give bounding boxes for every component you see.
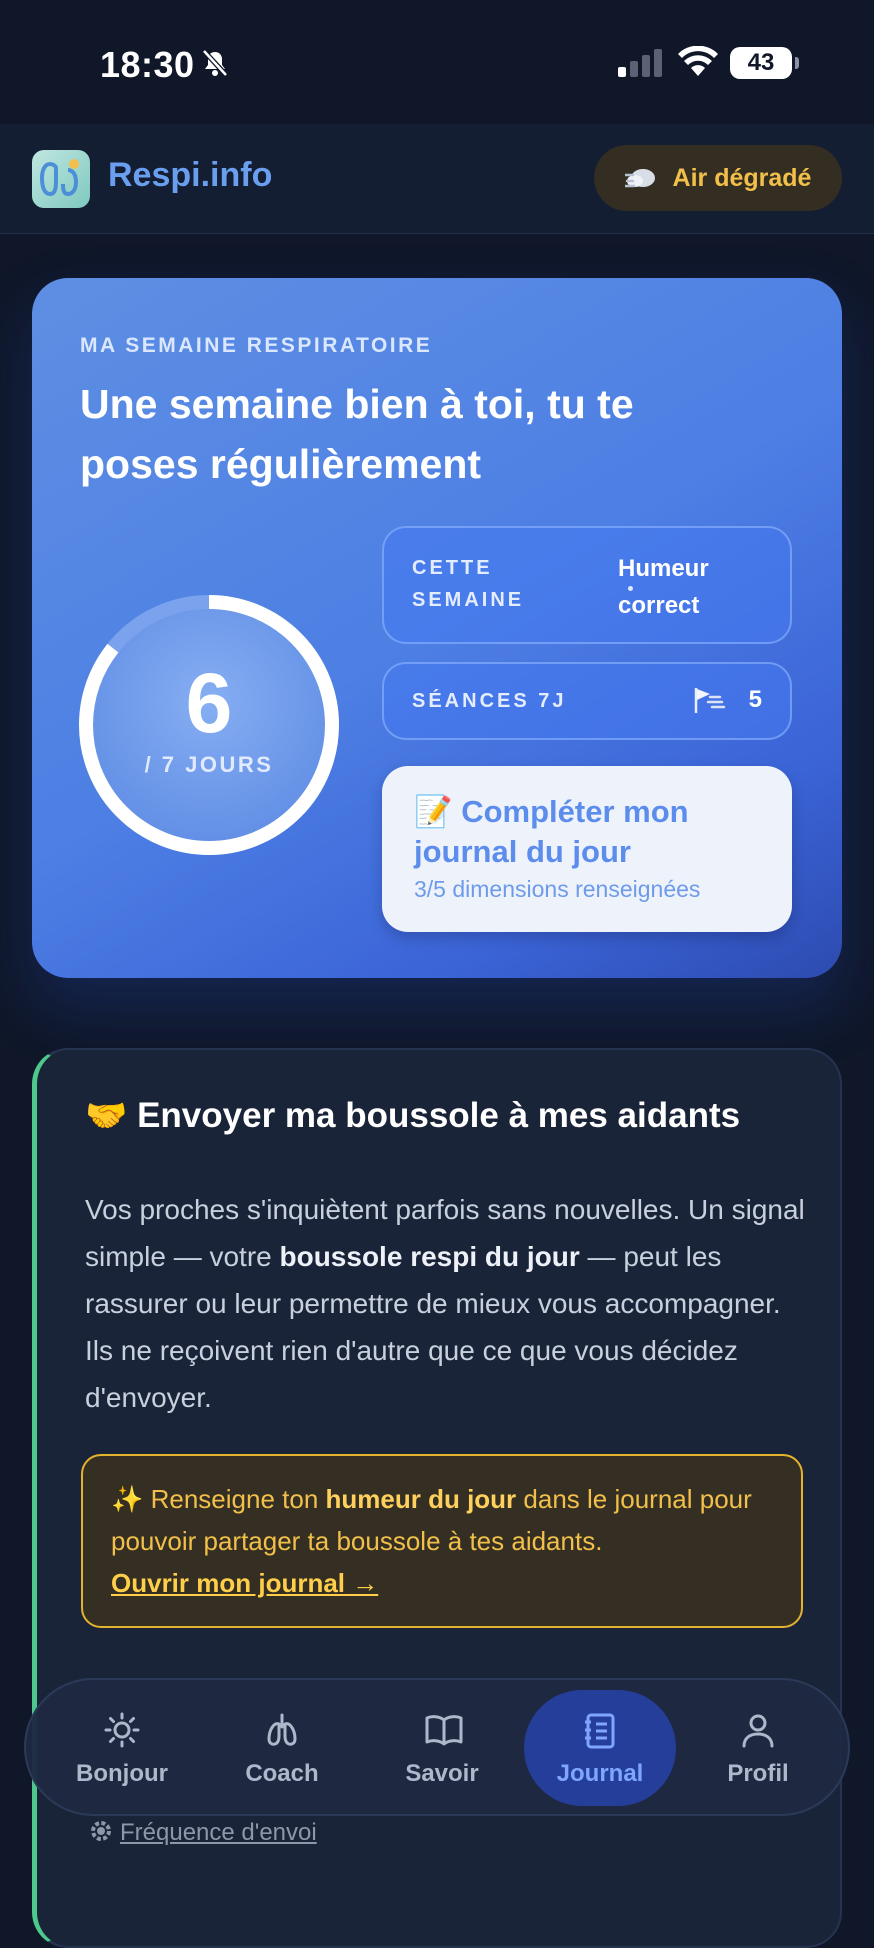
- air-quality-label: Air dégradé: [672, 163, 812, 192]
- nav-item-bonjour[interactable]: Bonjour: [46, 1690, 198, 1806]
- sun-icon: [104, 1712, 140, 1748]
- nav-label: Bonjour: [76, 1760, 168, 1787]
- nav-label: Journal: [556, 1760, 644, 1787]
- nav-item-savoir[interactable]: Savoir: [366, 1690, 518, 1806]
- brand-name: Respi.info: [108, 156, 273, 194]
- days-count: 6: [185, 656, 233, 750]
- notice-part-1: Renseigne ton: [143, 1484, 326, 1514]
- book-icon: [425, 1715, 463, 1746]
- bottom-navigation: Bonjour Coach Savoir Journal Profil: [24, 1678, 850, 1816]
- week-mood-value: Humeur correct: [618, 555, 709, 619]
- notebook-icon: [585, 1713, 615, 1749]
- mood-required-notice: ✨ Renseigne ton humeur du jour dans le j…: [81, 1454, 803, 1628]
- weekly-summary-card: MA SEMAINE RESPIRATOIRE Une semaine bien…: [32, 278, 842, 978]
- week-mood-stat: CETTE SEMAINE Humeur correct: [382, 526, 792, 644]
- status-time: 18:30: [100, 44, 195, 85]
- share-title-text: Envoyer ma boussole à mes aidants: [137, 1096, 741, 1135]
- handshake-icon: 🤝: [85, 1097, 128, 1135]
- gear-icon: [91, 1821, 111, 1841]
- lungs-logo-icon: [39, 159, 79, 197]
- journal-progress-text: 3/5 dimensions renseignées: [414, 876, 701, 902]
- nav-label: Savoir: [405, 1760, 479, 1787]
- week-mood-label: CETTE SEMAINE: [412, 557, 525, 611]
- air-quality-badge[interactable]: Air dégradé: [594, 145, 842, 211]
- sparkles-icon: ✨: [111, 1484, 144, 1514]
- status-bar: 18:30 43: [0, 0, 874, 124]
- complete-journal-label: 📝 Compléter mon journal du jour: [414, 794, 689, 869]
- sessions-label: SÉANCES 7J: [412, 690, 567, 712]
- card-headline: Une semaine bien à toi, tu te poses régu…: [80, 381, 634, 487]
- share-title: 🤝 Envoyer ma boussole à mes aidants: [85, 1096, 740, 1136]
- complete-journal-button[interactable]: 📝 Compléter mon journal du jour 3/5 dime…: [382, 766, 792, 932]
- wind-cloud-icon: [624, 169, 655, 188]
- share-description: Vos proches s'inquiètent parfois sans no…: [85, 1186, 805, 1421]
- wind-flag-icon: [694, 688, 726, 713]
- lungs-icon: [267, 1713, 297, 1746]
- app-logo: [32, 150, 90, 208]
- nav-item-journal[interactable]: Journal: [524, 1690, 676, 1806]
- notice-bold: humeur du jour: [325, 1484, 517, 1514]
- nav-label: Profil: [727, 1760, 789, 1787]
- nav-item-coach[interactable]: Coach: [206, 1690, 358, 1806]
- sessions-value: 5: [748, 686, 762, 713]
- days-progress-text: 6 / 7 JOURS: [78, 594, 340, 856]
- cellular-signal-icon: [618, 49, 662, 77]
- battery-indicator: 43: [730, 47, 799, 79]
- sessions-stat: SÉANCES 7J 5: [382, 662, 792, 740]
- nav-item-profil[interactable]: Profil: [682, 1690, 834, 1806]
- nav-label: Coach: [245, 1760, 319, 1787]
- bell-muted-icon: [202, 49, 228, 77]
- days-total: / 7 JOURS: [144, 752, 274, 777]
- open-journal-link[interactable]: Ouvrir mon journal →: [111, 1568, 378, 1598]
- send-frequency-label: Fréquence d'envoi: [120, 1819, 317, 1846]
- share-desc-bold: boussole respi du jour: [279, 1241, 580, 1272]
- card-eyebrow: MA SEMAINE RESPIRATOIRE: [80, 334, 433, 357]
- send-frequency-link[interactable]: Fréquence d'envoi: [88, 1818, 317, 1847]
- app-header: Respi.info Air dégradé: [0, 124, 874, 234]
- wifi-icon: [678, 46, 718, 76]
- user-icon: [742, 1714, 774, 1748]
